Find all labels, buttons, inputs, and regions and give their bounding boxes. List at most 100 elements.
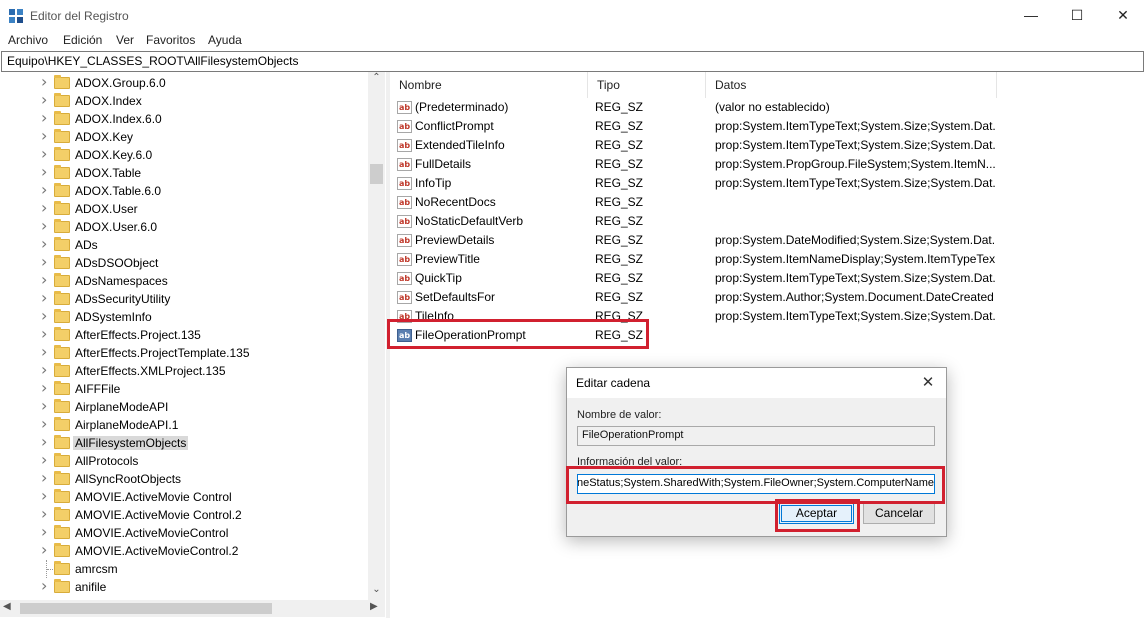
column-header-datos[interactable]: Datos [706,72,997,98]
value-row[interactable]: ab FullDetails REG_SZ prop:System.PropGroup… [390,155,1146,174]
chevron-right-icon[interactable]: › [41,378,47,397]
chevron-right-icon[interactable]: › [41,324,47,343]
highlight-box-ok-button [775,499,860,532]
value-row[interactable]: ab PreviewDetails REG_SZ prop:System.DateMo… [390,231,1146,250]
chevron-right-icon[interactable]: › [41,234,47,253]
tree-item[interactable]: › AfterEffects.XMLProject.135 [0,360,368,380]
value-row[interactable]: ab NoRecentDocs REG_SZ [390,193,1146,212]
chevron-right-icon[interactable]: › [41,360,47,379]
scroll-up-icon[interactable]: ⌃ [368,72,385,88]
tree-item[interactable]: › AirplaneModeAPI.1 [0,414,368,434]
menu-edicion[interactable]: Edición [63,33,102,47]
tree-item[interactable]: › AllProtocols [0,450,368,470]
tree-item[interactable]: › anifile [0,576,368,596]
tree-item[interactable]: › ADOX.Index.6.0 [0,108,368,128]
folder-icon [54,165,70,179]
menu-ayuda[interactable]: Ayuda [208,33,242,47]
menu-archivo[interactable]: Archivo [8,33,48,47]
address-bar[interactable]: Equipo\HKEY_CLASSES_ROOT\AllFilesystemOb… [1,51,1144,72]
chevron-right-icon[interactable]: › [41,486,47,505]
tree-item[interactable]: › AfterEffects.ProjectTemplate.135 [0,342,368,362]
tree-item[interactable]: amrcsm [0,560,368,578]
chevron-right-icon[interactable]: › [41,270,47,289]
tree-item[interactable]: › AMOVIE.ActiveMovie Control.2 [0,504,368,524]
chevron-right-icon[interactable]: › [41,576,47,595]
value-row[interactable]: ab ExtendedTileInfo REG_SZ prop:System.Item… [390,136,1146,155]
chevron-right-icon[interactable]: › [41,522,47,541]
chevron-right-icon[interactable]: › [41,504,47,523]
chevron-right-icon[interactable]: › [41,414,47,433]
scroll-right-icon[interactable]: ▶ [370,601,378,612]
tree-item-label: AMOVIE.ActiveMovie Control [75,490,232,504]
chevron-right-icon[interactable]: › [41,342,47,361]
chevron-right-icon[interactable]: › [41,90,47,109]
folder-icon [54,345,70,359]
key-tree[interactable]: › ADOX.Group.6.0 › ADOX.Index › ADOX.Index.6.… [0,72,387,618]
tree-item[interactable]: › ADOX.Table [0,162,368,182]
column-header-tipo[interactable]: Tipo [588,72,706,98]
tree-item[interactable]: › AllFilesystemObjects [0,432,368,452]
value-row[interactable]: ab PreviewTitle REG_SZ prop:System.ItemName… [390,250,1146,269]
tree-item[interactable]: › ADOX.Group.6.0 [0,72,368,92]
tree-item[interactable]: › ADOX.Table.6.0 [0,180,368,200]
menu-favoritos[interactable]: Favoritos [146,33,195,47]
chevron-right-icon[interactable]: › [41,108,47,127]
tree-item[interactable]: › AllSyncRootObjects [0,468,368,488]
tree-item[interactable]: › ADs [0,234,368,254]
scroll-left-icon[interactable]: ◀ [3,601,11,612]
tree-item[interactable]: › ADsDSOObject [0,252,368,272]
tree-item[interactable]: › AMOVIE.ActiveMovieControl [0,522,368,542]
value-row[interactable]: ab ConflictPrompt REG_SZ prop:System.ItemTy… [390,117,1146,136]
chevron-right-icon[interactable]: › [41,288,47,307]
chevron-right-icon[interactable]: › [41,540,47,559]
chevron-right-icon[interactable]: › [41,432,47,451]
tree-item-label: ADOX.Key [75,130,134,144]
value-row[interactable]: ab InfoTip REG_SZ prop:System.ItemTypeText;… [390,174,1146,193]
tree-item[interactable]: › ADSystemInfo [0,306,368,326]
chevron-right-icon[interactable]: › [41,198,47,217]
tree-item[interactable]: › AirplaneModeAPI [0,396,368,416]
tree-item[interactable]: › ADsNamespaces [0,270,368,290]
tree-item[interactable]: › AMOVIE.ActiveMovieControl.2 [0,540,368,560]
chevron-right-icon[interactable]: › [41,450,47,469]
tree-item[interactable]: › ADsSecurityUtility [0,288,368,308]
scroll-down-icon[interactable]: ⌄ [368,584,385,600]
tree-item[interactable]: › AfterEffects.Project.135 [0,324,368,344]
tree-vertical-scroll-thumb[interactable] [370,164,383,184]
chevron-right-icon[interactable]: › [41,162,47,181]
column-header-nombre[interactable]: Nombre [390,72,588,98]
value-row[interactable]: ab QuickTip REG_SZ prop:System.ItemTypeText… [390,269,1146,288]
tree-item[interactable]: › AMOVIE.ActiveMovie Control [0,486,368,506]
dialog-close-icon[interactable]: ✕ [916,372,940,394]
tree-connector [47,569,53,571]
value-row[interactable]: ab NoStaticDefaultVerb REG_SZ [390,212,1146,231]
value-row[interactable]: ab SetDefaultsFor REG_SZ prop:System.Author… [390,288,1146,307]
tree-item[interactable]: › ADOX.User [0,198,368,218]
tree-item-label: amrcsm [75,562,118,576]
menu-ver[interactable]: Ver [116,33,134,47]
chevron-right-icon[interactable]: › [41,216,47,235]
chevron-right-icon[interactable]: › [41,252,47,271]
chevron-right-icon[interactable]: › [41,144,47,163]
chevron-right-icon[interactable]: › [41,306,47,325]
minimize-button[interactable]: — [1008,0,1054,32]
chevron-right-icon[interactable]: › [41,72,47,91]
chevron-right-icon[interactable]: › [41,396,47,415]
tree-item[interactable]: › ADOX.Key [0,126,368,146]
string-value-icon: ab [397,215,412,228]
tree-item[interactable]: › ADOX.Index [0,90,368,110]
tree-horizontal-scroll-thumb[interactable] [20,603,272,614]
tree-item-label: ADsSecurityUtility [75,292,171,306]
tree-vertical-scrollbar[interactable] [368,72,385,600]
folder-icon [54,399,70,413]
chevron-right-icon[interactable]: › [41,126,47,145]
value-row[interactable]: ab (Predeterminado) REG_SZ (valor no establ… [390,98,1146,117]
chevron-right-icon[interactable]: › [41,180,47,199]
tree-item[interactable]: › AIFFFile [0,378,368,398]
tree-item[interactable]: › ADOX.User.6.0 [0,216,368,236]
chevron-right-icon[interactable]: › [41,468,47,487]
maximize-button[interactable]: ☐ [1054,0,1100,32]
cancel-button[interactable]: Cancelar [863,503,935,524]
tree-item[interactable]: › ADOX.Key.6.0 [0,144,368,164]
close-button[interactable]: ✕ [1100,0,1146,32]
